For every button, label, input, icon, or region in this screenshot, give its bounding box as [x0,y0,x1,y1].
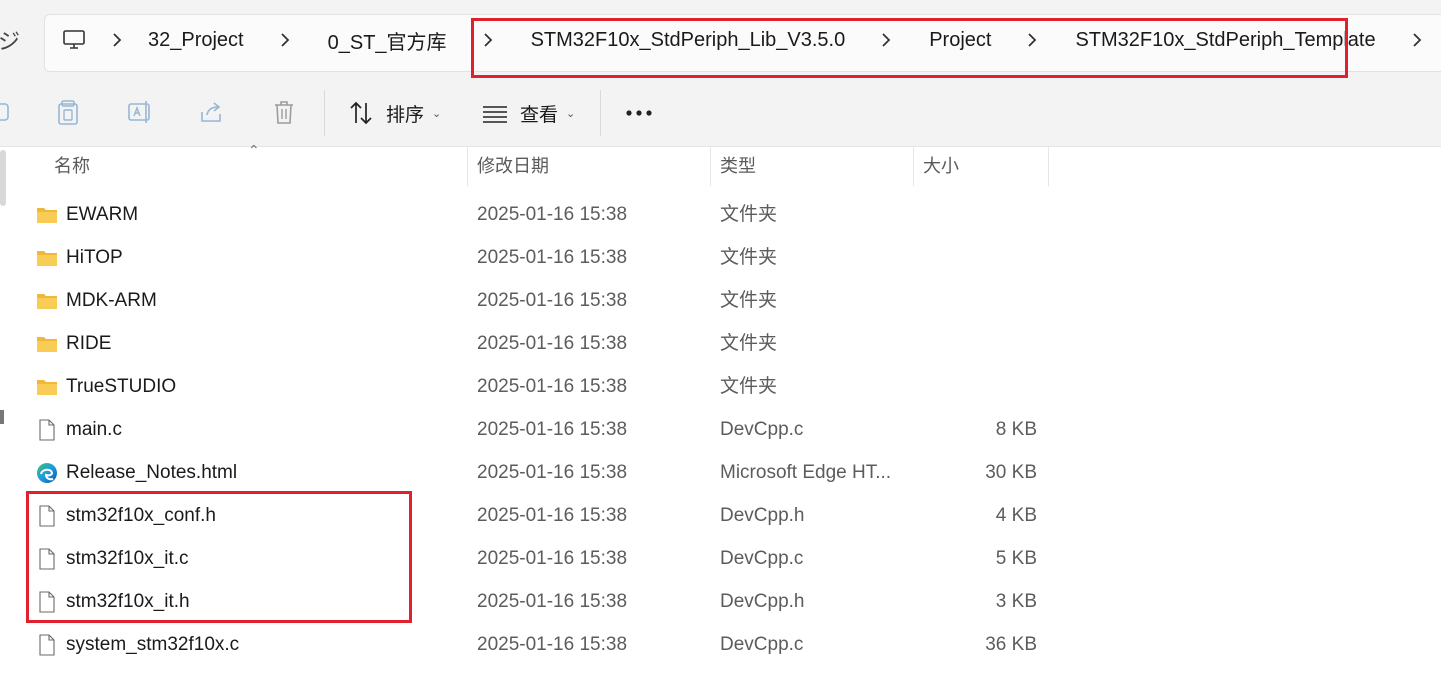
file-type: DevCpp.h [720,591,805,612]
file-type: Microsoft Edge HT... [720,462,892,483]
chevron-down-icon: ⌄ [566,107,576,120]
file-modified-date: 2025-01-16 15:38 [477,505,628,526]
file-row[interactable]: HiTOP 2025-01-16 15:38 文件夹 [28,236,1048,279]
file-modified-date: 2025-01-16 15:38 [477,419,628,440]
back-arrow-fragment-icon[interactable]: ジ [0,24,20,56]
file-icon [36,419,58,441]
column-header-name[interactable]: 名称 [46,146,468,186]
file-name[interactable]: Release_Notes.html [66,451,237,494]
column-header: 名称 修改日期 类型 大小 [0,146,1441,188]
file-name[interactable]: TrueSTUDIO [66,365,176,408]
file-icon [36,505,58,527]
view-label: 查看 [520,104,559,126]
file-row[interactable]: RIDE 2025-01-16 15:38 文件夹 [28,322,1048,365]
folder-icon [36,376,58,398]
view-button[interactable]: 查看 ⌄ [482,98,575,128]
file-row[interactable]: main.c 2025-01-16 15:38 DevCpp.c 8 KB [28,408,1048,451]
file-size: 4 KB [995,505,1037,526]
more-options-button[interactable] [624,98,654,128]
file-type: 文件夹 [720,247,778,268]
breadcrumb-st-library[interactable]: 0_ST_官方库 [328,26,447,55]
folder-icon [36,247,58,269]
toolbar-divider [600,90,601,136]
file-row[interactable]: Release_Notes.html 2025-01-16 15:38 Micros… [28,451,1048,494]
this-pc-icon[interactable] [62,28,86,52]
file-row[interactable]: stm32f10x_it.c 2025-01-16 15:38 DevCpp.c 5 … [28,537,1048,580]
file-name[interactable]: HiTOP [66,236,123,279]
file-row[interactable]: stm32f10x_conf.h 2025-01-16 15:38 DevCpp.h… [28,494,1048,537]
chevron-right-icon[interactable] [1412,32,1422,48]
copy-icon[interactable] [54,98,82,126]
file-type: DevCpp.c [720,548,804,569]
file-modified-date: 2025-01-16 15:38 [477,290,628,311]
column-header-size[interactable]: 大小 [915,146,1049,186]
file-row[interactable]: MDK-ARM 2025-01-16 15:38 文件夹 [28,279,1048,322]
column-header-type[interactable]: 类型 [712,146,914,186]
folder-icon [36,333,58,355]
edge-icon [36,462,58,484]
file-type: 文件夹 [720,204,778,225]
sort-icon [350,101,372,125]
chevron-right-icon[interactable] [280,32,290,48]
file-modified-date: 2025-01-16 15:38 [477,376,628,397]
file-row[interactable]: stm32f10x_it.h 2025-01-16 15:38 DevCpp.h 3 … [28,580,1048,623]
column-header-date[interactable]: 修改日期 [469,146,711,186]
file-name[interactable]: RIDE [66,322,111,365]
file-row[interactable]: system_stm32f10x.c 2025-01-16 15:38 DevCpp… [28,623,1048,666]
file-size: 5 KB [995,548,1037,569]
file-name[interactable]: main.c [66,408,122,451]
file-name[interactable]: stm32f10x_it.c [66,537,189,580]
chevron-right-icon[interactable] [881,32,891,48]
file-size: 3 KB [995,591,1037,612]
file-modified-date: 2025-01-16 15:38 [477,204,628,225]
file-type: 文件夹 [720,376,778,397]
file-icon [36,548,58,570]
command-bar: 排序 ⌄ 查看 ⌄ [0,80,1441,147]
file-type: 文件夹 [720,333,778,354]
toolbar-divider [324,90,325,136]
file-name[interactable]: MDK-ARM [66,279,157,322]
file-row[interactable]: TrueSTUDIO 2025-01-16 15:38 文件夹 [28,365,1048,408]
file-type: DevCpp.h [720,505,805,526]
nav-pane-edge [0,410,4,424]
file-type: DevCpp.c [720,419,804,440]
sort-button[interactable]: 排序 ⌄ [348,98,441,128]
breadcrumb-template[interactable]: STM32F10x_StdPeriph_Template [1075,29,1375,52]
breadcrumb-project[interactable]: Project [929,29,991,52]
file-type: DevCpp.c [720,634,804,655]
file-type: 文件夹 [720,290,778,311]
delete-icon[interactable] [270,98,298,126]
file-size: 36 KB [985,634,1037,655]
file-modified-date: 2025-01-16 15:38 [477,548,628,569]
file-modified-date: 2025-01-16 15:38 [477,634,628,655]
more-icon [626,110,652,116]
chevron-right-icon[interactable] [1027,32,1037,48]
breadcrumb-stdperiph-lib[interactable]: STM32F10x_StdPeriph_Lib_V3.5.0 [531,29,846,52]
file-name[interactable]: stm32f10x_conf.h [66,494,216,537]
rename-icon[interactable] [126,98,154,126]
file-icon [36,591,58,613]
chevron-down-icon: ⌄ [432,107,442,120]
share-icon[interactable] [198,98,226,126]
folder-icon [36,204,58,226]
file-icon [36,634,58,656]
cut-icon[interactable] [0,98,14,126]
breadcrumb: 32_Project 0_ST_官方库 STM32F10x_StdPeriph_… [62,22,1441,58]
file-modified-date: 2025-01-16 15:38 [477,247,628,268]
file-size: 30 KB [985,462,1037,483]
file-name[interactable]: stm32f10x_it.h [66,580,190,623]
file-modified-date: 2025-01-16 15:38 [477,462,628,483]
file-row[interactable]: EWARM 2025-01-16 15:38 文件夹 [28,193,1048,236]
file-name[interactable]: system_stm32f10x.c [66,623,239,666]
file-name[interactable]: EWARM [66,193,138,236]
sort-label: 排序 [386,104,425,126]
file-size: 8 KB [995,419,1037,440]
chevron-right-icon[interactable] [483,32,493,48]
view-icon [483,106,507,123]
file-modified-date: 2025-01-16 15:38 [477,333,628,354]
chevron-right-icon[interactable] [112,32,122,48]
breadcrumb-32-project[interactable]: 32_Project [148,29,244,52]
folder-icon [36,290,58,312]
file-modified-date: 2025-01-16 15:38 [477,591,628,612]
